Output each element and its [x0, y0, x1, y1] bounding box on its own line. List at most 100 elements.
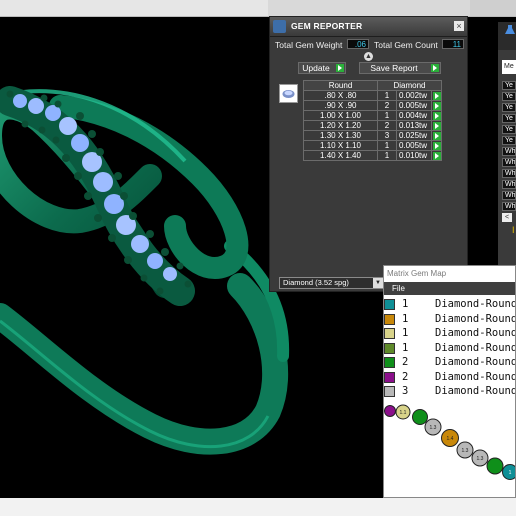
gem-thumbnail-icon[interactable]: [279, 84, 298, 103]
list-item[interactable]: Wh: [502, 147, 516, 156]
row-action-button[interactable]: [431, 100, 442, 111]
save-report-button[interactable]: Save Report: [359, 62, 441, 74]
list-item[interactable]: Ye: [502, 92, 516, 101]
table-row: 1.00 X 1.00 1 0.004tw: [303, 110, 442, 121]
side-panel-field[interactable]: Me: [502, 60, 516, 74]
row-action-button[interactable]: [431, 130, 442, 141]
list-item[interactable]: Wh: [502, 180, 516, 189]
prong: [38, 126, 46, 134]
gem-map-node-label: 1.3: [462, 448, 469, 454]
row-action-button[interactable]: [431, 110, 442, 121]
gem-name: Diamond-Round: [435, 356, 516, 368]
gem-count-cell: 1: [377, 150, 397, 161]
table-row: .80 X .80 1 0.002tw: [303, 90, 442, 101]
play-icon: [433, 102, 441, 110]
column-header-material: Diamond: [377, 80, 442, 91]
prong: [62, 154, 70, 162]
gem-weight-cell: 0.013tw: [396, 120, 432, 131]
gem-table: Round Diamond .80 X .80 1 0.002tw .90 X …: [303, 80, 442, 161]
scroll-left-icon[interactable]: <: [502, 213, 512, 222]
gem-size-cell: .80 X .80: [303, 90, 378, 101]
prong: [129, 212, 137, 220]
prong: [161, 248, 169, 256]
prong: [74, 172, 82, 180]
ring-shank-outer: [0, 273, 289, 455]
gem-count-cell: 2: [377, 120, 397, 131]
play-icon: [433, 152, 441, 160]
total-gem-count-value: 11: [442, 39, 464, 49]
list-item[interactable]: 1 Diamond-Round: [384, 326, 516, 340]
color-swatch: [384, 386, 395, 397]
prong: [124, 256, 132, 264]
table-header-row: Round Diamond: [303, 80, 442, 91]
gem-size-cell: 1.00 X 1.00: [303, 110, 378, 121]
row-action-button[interactable]: [431, 140, 442, 151]
gem-map-node-label: 1.3: [430, 425, 437, 431]
list-item[interactable]: 2 Diamond-Round: [384, 355, 516, 369]
flask-icon: [505, 25, 515, 34]
collapse-up-icon[interactable]: ▲: [364, 52, 373, 61]
list-item[interactable]: 1 Diamond-Round: [384, 312, 515, 326]
gem-material-selected: Diamond (3.52 spg): [283, 278, 349, 287]
chevron-down-icon[interactable]: ▼: [373, 278, 383, 288]
row-action-button[interactable]: [431, 90, 442, 101]
prong: [40, 94, 48, 102]
side-panel-marker: I: [512, 225, 515, 235]
list-item[interactable]: 2 Diamond-Round: [384, 370, 516, 384]
color-swatch: [384, 328, 395, 339]
gem-stone: [131, 235, 149, 253]
gem-map-node[interactable]: [412, 409, 428, 425]
gem-weight-cell: 0.002tw: [396, 90, 432, 101]
prong: [108, 234, 116, 242]
list-item[interactable]: 1 Diamond-Round: [384, 341, 515, 355]
gem-material-select[interactable]: Diamond (3.52 spg) ▼: [279, 277, 384, 289]
gem-count-cell: 1: [377, 140, 397, 151]
list-item[interactable]: Wh: [502, 169, 516, 178]
list-item[interactable]: 1 Diamond-Round: [384, 297, 516, 311]
gem-map-node[interactable]: [384, 405, 396, 417]
list-item[interactable]: Ye: [502, 81, 516, 90]
menu-file[interactable]: File: [392, 284, 405, 293]
gem-name: Diamond-Round: [435, 298, 516, 310]
gem-map-node[interactable]: [486, 457, 504, 475]
list-item[interactable]: 3 Diamond-Round: [384, 384, 515, 398]
row-action-button[interactable]: [431, 120, 442, 131]
3d-viewport[interactable]: [0, 16, 290, 516]
color-swatch: [384, 357, 395, 368]
prong: [6, 90, 14, 98]
update-button[interactable]: Update: [298, 62, 346, 74]
list-item[interactable]: Wh: [502, 158, 516, 167]
play-icon: [433, 142, 441, 150]
prong: [156, 287, 164, 295]
gem-name: Diamond-Round: [435, 371, 516, 383]
close-icon[interactable]: ×: [454, 21, 464, 31]
gem-weight-cell: 0.004tw: [396, 110, 432, 121]
list-item[interactable]: Wh: [502, 191, 516, 200]
prong: [88, 130, 96, 138]
list-item[interactable]: Wh: [502, 202, 516, 211]
gem-map-title[interactable]: Matrix Gem Map: [384, 266, 515, 282]
row-action-button[interactable]: [431, 150, 442, 161]
gem-size-cell: 1.20 X 1.20: [303, 120, 378, 131]
play-icon: [433, 122, 441, 130]
prong: [76, 112, 84, 120]
list-item[interactable]: Ye: [502, 136, 516, 145]
gem-size-cell: 1.10 X 1.10: [303, 140, 378, 151]
list-item[interactable]: Ye: [502, 125, 516, 134]
gem-count-cell: 1: [377, 110, 397, 121]
gem-reporter-panel: GEM REPORTER × Total Gem Weight .06 Tota…: [269, 16, 468, 292]
gem-weight-cell: 0.005tw: [396, 140, 432, 151]
gem-map-chain: 1.1 1.3 1.4 1.3 1.3 1: [384, 404, 515, 480]
gem-stone: [59, 117, 77, 135]
gem-count: 3: [402, 385, 409, 397]
gem-reporter-titlebar[interactable]: GEM REPORTER ×: [270, 17, 467, 37]
list-item[interactable]: Ye: [502, 114, 516, 123]
gem-size-cell: .90 X .90: [303, 100, 378, 111]
gem-name: Diamond-Round: [435, 327, 516, 339]
play-icon: [336, 64, 344, 72]
gem-count: 1: [402, 298, 409, 310]
gem-stone: [147, 253, 163, 269]
table-row: 1.30 X 1.30 3 0.025tw: [303, 130, 442, 141]
prong: [96, 148, 104, 156]
list-item[interactable]: Ye: [502, 103, 516, 112]
